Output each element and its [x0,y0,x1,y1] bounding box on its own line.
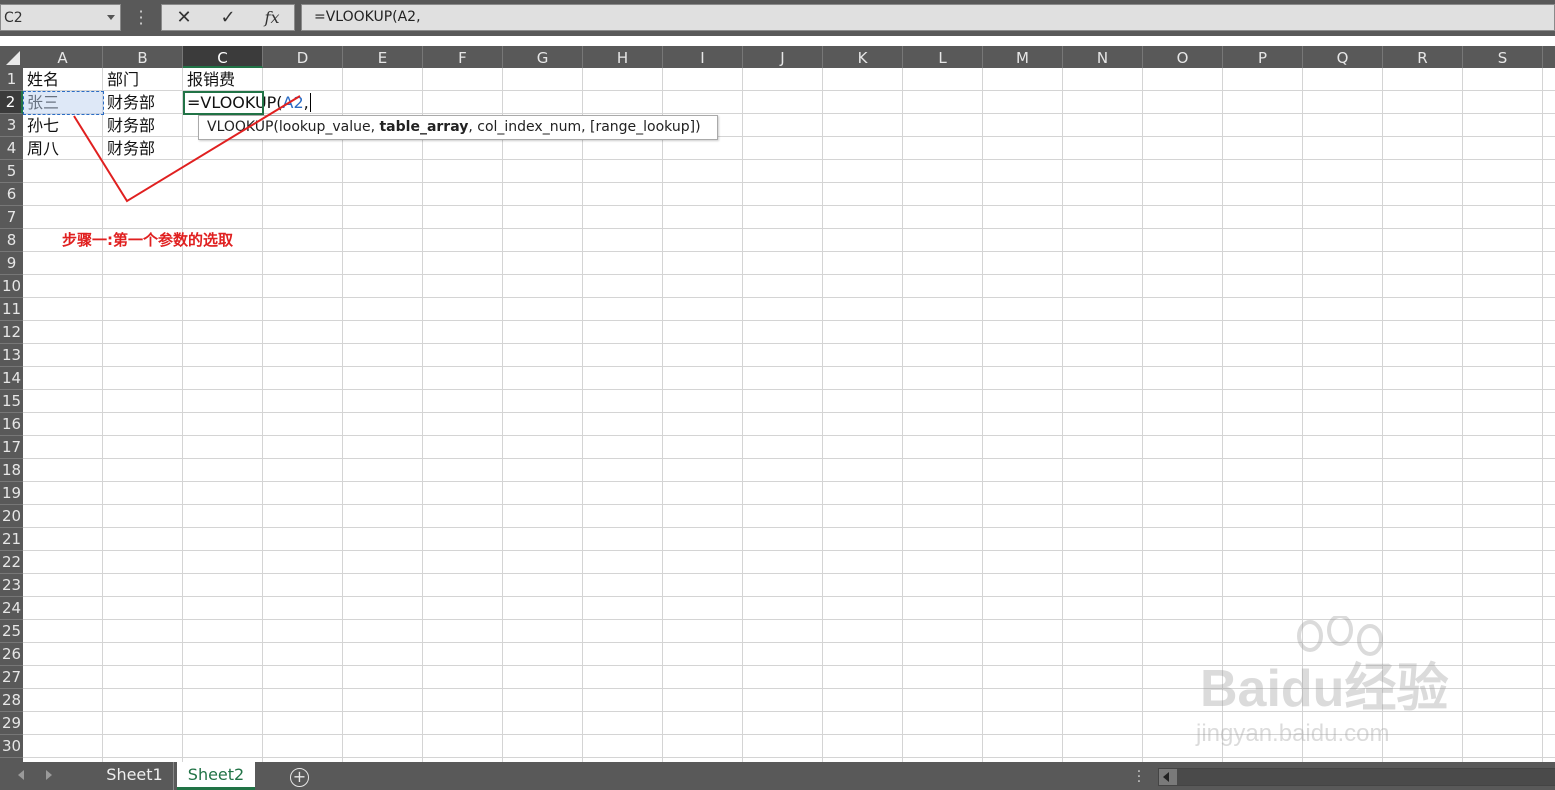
watermark-logo: Baidu经验 [1200,660,1449,718]
tab-sheet2[interactable]: Sheet2 [177,762,255,790]
watermark-url: jingyan.baidu.com [1196,720,1390,747]
cancel-icon[interactable]: ✕ [164,5,204,30]
insert-function-icon[interactable]: fx [252,5,292,30]
annotation-text: 步骤一:第一个参数的选取 [62,231,233,249]
formula-buttons: ✕ ✓ fx [161,4,295,31]
more-options-icon[interactable]: · · · [133,4,149,32]
name-box[interactable]: C2 [0,4,121,31]
chevron-down-icon[interactable] [107,15,115,20]
excel-window: C2 · · · ✕ ✓ fx =VLOOKUP(A2, ABCDEFGHIJKLM… [0,0,1555,790]
scroll-right-icon[interactable] [46,770,52,780]
formula-input[interactable]: =VLOOKUP(A2, [301,4,1555,31]
formula-bar: C2 · · · ✕ ✓ fx =VLOOKUP(A2, [0,0,1555,36]
horizontal-scrollbar[interactable] [1158,768,1555,786]
annotation-line [73,95,301,203]
worksheet-grid: ABCDEFGHIJKLMNOPQRS 1 2 3 4 5 6 7 8 9 10 11 12 13 14 1… [0,46,1555,762]
enter-icon[interactable]: ✓ [208,5,248,30]
watermark: Baidu经验 jingyan.baidu.com [1180,616,1500,756]
more-options-icon[interactable]: · · · [1134,765,1144,789]
scroll-left-icon[interactable] [1163,772,1169,782]
scroll-left-icon[interactable] [18,770,24,780]
sheet-tab-bar: Sheet1 Sheet2 + · · · [0,762,1555,790]
scrollbar-thumb[interactable] [1177,769,1555,785]
tab-sheet1[interactable]: Sheet1 [96,762,174,790]
name-box-value: C2 [4,10,23,26]
add-sheet-icon[interactable]: + [290,768,309,787]
